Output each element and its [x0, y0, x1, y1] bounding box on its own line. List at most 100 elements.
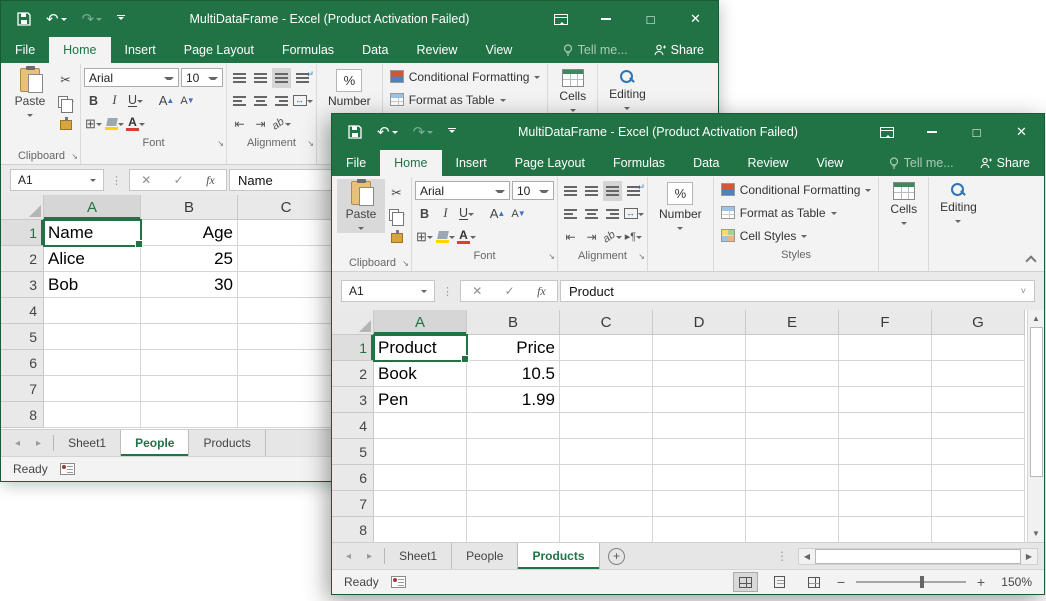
paste-button[interactable]: Paste [337, 179, 385, 233]
increase-font-icon[interactable]: A▲ [157, 91, 176, 111]
vertical-scrollbar[interactable]: ▲ ▼ [1027, 310, 1044, 542]
cell-F2[interactable] [839, 361, 932, 387]
scroll-right-icon[interactable]: ▶ [1021, 552, 1037, 561]
decrease-indent-icon[interactable]: ⇤ [561, 227, 580, 247]
merge-center-icon[interactable] [293, 91, 313, 111]
cell-A3[interactable]: Pen [374, 387, 467, 413]
wrap-text-icon[interactable] [293, 68, 312, 88]
cell-A7[interactable] [44, 376, 141, 402]
cell-C2[interactable] [238, 246, 335, 272]
cell-B4[interactable] [467, 413, 560, 439]
column-header-B[interactable]: B [467, 310, 560, 335]
cell-B1[interactable]: Price [467, 335, 560, 361]
conditional-formatting-button[interactable]: Conditional Formatting [386, 65, 545, 88]
row-header-6[interactable]: 6 [1, 350, 44, 376]
customize-qat-icon[interactable] [117, 15, 125, 24]
tab-review[interactable]: Review [733, 150, 802, 176]
cell-F6[interactable] [839, 465, 932, 491]
cells-button[interactable]: Cells [882, 179, 925, 228]
formula-bar[interactable]: Product˅ [560, 280, 1035, 302]
cell-D2[interactable] [653, 361, 746, 387]
cell-E5[interactable] [746, 439, 839, 465]
row-header-2[interactable]: 2 [1, 246, 44, 272]
tab-file[interactable]: File [332, 150, 380, 176]
paste-button[interactable]: Paste [6, 66, 54, 120]
cell-A6[interactable] [44, 350, 141, 376]
cell-A4[interactable] [374, 413, 467, 439]
align-bottom-icon[interactable] [603, 181, 622, 201]
new-sheet-button[interactable]: + [600, 543, 634, 569]
column-header-B[interactable]: B [141, 195, 238, 220]
fill-color-icon[interactable] [105, 114, 124, 134]
cell-G1[interactable] [932, 335, 1025, 361]
cell-A6[interactable] [374, 465, 467, 491]
ribbon-display-options-icon[interactable] [864, 114, 909, 150]
clipboard-dialog-launcher[interactable]: ↘ [402, 259, 409, 268]
horizontal-scroll-thumb[interactable] [815, 549, 1021, 564]
cell-C7[interactable] [238, 376, 335, 402]
sheet-tab-sheet1[interactable]: Sheet1 [385, 543, 452, 569]
maximize-button[interactable]: □ [628, 1, 673, 37]
next-sheet-icon[interactable]: ▸ [367, 551, 372, 562]
insert-function-icon[interactable]: fx [537, 284, 546, 299]
macro-record-icon[interactable] [60, 463, 75, 475]
cell-C2[interactable] [560, 361, 653, 387]
font-name-combo[interactable]: Arial [84, 68, 179, 87]
cell-styles-button[interactable]: Cell Styles [717, 224, 876, 247]
cell-B6[interactable] [141, 350, 238, 376]
insert-function-icon[interactable]: fx [206, 173, 215, 188]
cell-F4[interactable] [839, 413, 932, 439]
cell-C5[interactable] [238, 324, 335, 350]
expand-formula-bar-icon[interactable]: ˅ [1021, 286, 1026, 296]
tab-home[interactable]: Home [49, 37, 110, 63]
tab-formulas[interactable]: Formulas [268, 37, 348, 63]
column-header-A[interactable]: A [44, 195, 141, 220]
column-header-D[interactable]: D [653, 310, 746, 335]
share-button[interactable]: Share [640, 37, 718, 63]
format-as-table-button[interactable]: Format as Table [386, 88, 545, 111]
tell-me-box[interactable]: Tell me... [877, 150, 966, 176]
cell-G5[interactable] [932, 439, 1025, 465]
tab-view[interactable]: View [471, 37, 526, 63]
cell-F1[interactable] [839, 335, 932, 361]
cell-C6[interactable] [238, 350, 335, 376]
row-header-7[interactable]: 7 [332, 491, 374, 517]
cell-B7[interactable] [467, 491, 560, 517]
maximize-button[interactable]: □ [954, 114, 999, 150]
scroll-up-icon[interactable]: ▲ [1028, 310, 1044, 327]
cell-B7[interactable] [141, 376, 238, 402]
cell-F3[interactable] [839, 387, 932, 413]
cell-E8[interactable] [746, 517, 839, 542]
cell-A1[interactable]: Product [374, 335, 467, 361]
cell-A8[interactable] [44, 402, 141, 428]
row-header-2[interactable]: 2 [332, 361, 374, 387]
sheet-tab-people[interactable]: People [121, 430, 189, 456]
copy-icon[interactable] [56, 92, 75, 112]
cell-C3[interactable] [238, 272, 335, 298]
cut-icon[interactable]: ✂ [387, 182, 406, 202]
cell-B2[interactable]: 10.5 [467, 361, 560, 387]
cell-C1[interactable] [560, 335, 653, 361]
increase-indent-icon[interactable]: ⇥ [582, 227, 601, 247]
orientation-icon[interactable]: ab [272, 114, 291, 134]
cell-A2[interactable]: Book [374, 361, 467, 387]
name-box[interactable]: A1 [341, 280, 435, 302]
cell-B8[interactable] [141, 402, 238, 428]
format-painter-icon[interactable] [387, 228, 406, 248]
row-header-1[interactable]: 1 [1, 220, 44, 246]
cell-C7[interactable] [560, 491, 653, 517]
row-header-4[interactable]: 4 [332, 413, 374, 439]
format-as-table-button[interactable]: Format as Table [717, 201, 876, 224]
scroll-left-icon[interactable]: ◀ [799, 552, 815, 561]
format-painter-icon[interactable] [56, 115, 75, 135]
align-center-icon[interactable] [582, 204, 601, 224]
cell-B3[interactable]: 1.99 [467, 387, 560, 413]
cell-A5[interactable] [44, 324, 141, 350]
column-header-A[interactable]: A [374, 310, 467, 335]
align-right-icon[interactable] [603, 204, 622, 224]
zoom-slider[interactable] [856, 581, 966, 583]
alignment-dialog-launcher[interactable]: ↘ [307, 139, 314, 148]
cut-icon[interactable]: ✂ [56, 69, 75, 89]
cell-F7[interactable] [839, 491, 932, 517]
number-format-button[interactable]: % Number [651, 179, 710, 233]
